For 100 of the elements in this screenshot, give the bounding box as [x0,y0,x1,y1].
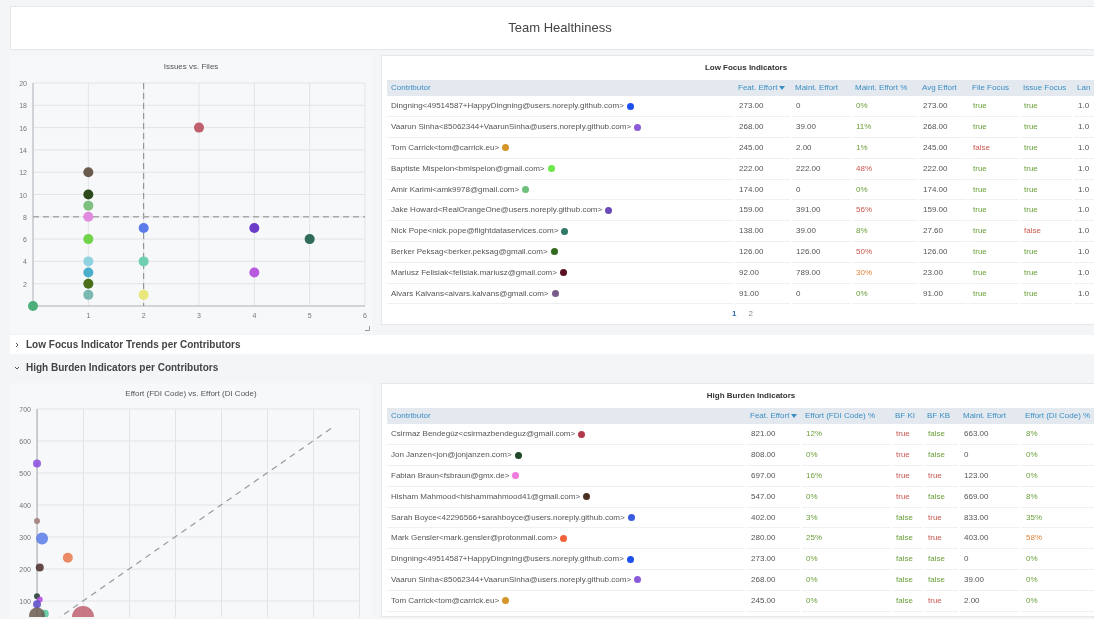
contributor-name: Vaarun Sinha<85062344+VaarunSinha@users.noreply.github.com> [391,121,632,134]
table-cell: 8% [851,220,918,242]
column-header[interactable]: Avg Effort [918,80,968,96]
table-cell: 56% [851,200,918,221]
contributor-name: Vaarun Sinha<85062344+VaarunSinha@users.noreply.github.com> [391,573,632,586]
table-cell: 27.60 [918,220,968,242]
contributor-name: Berker Peksag<berker.peksag@gmail.com> [391,245,548,258]
table-cell: 1.0 [1073,137,1094,159]
chevron-down-icon[interactable] [14,364,20,371]
column-header[interactable]: File Focus [968,80,1019,96]
table-cell: 48% [851,158,918,180]
contributor-name: Dingning<49514587+HappyDingning@users.noreply.github.com> [391,553,624,566]
contributor-name: Dingning<49514587+HappyDingning@users.noreply.github.com> [391,100,624,113]
table-cell: false [891,590,923,612]
table-cell: 789.00 [791,262,851,284]
chevron-right-icon[interactable] [14,341,20,348]
table-cell: 39.00 [791,116,851,138]
table-cell: false [923,424,959,445]
table-cell: 2.00 [959,590,1021,612]
table-cell: true [1019,283,1073,304]
table-cell: true [968,200,1019,221]
table-cell: 1.0 [1073,283,1094,304]
contributor-name: Hisham Mahmood<hishammahmood41@gmail.com> [391,490,581,503]
column-header[interactable]: Issue Focus [1019,80,1073,96]
column-header[interactable]: Lan [1073,80,1094,96]
table-cell: 126.00 [918,241,968,263]
table-cell: 222.00 [734,158,791,180]
table-cell: 0 [791,179,851,200]
column-header[interactable]: Contributor [387,408,746,424]
column-header[interactable]: Feat. Effort [734,80,791,96]
column-header[interactable]: Effort (DI Code) % [1021,408,1094,424]
table-cell: 663.00 [959,424,1021,445]
table-cell: true [968,262,1019,284]
table-cell: 403.00 [959,528,1021,549]
section-title[interactable]: Low Focus Indicator Trends per Contributors [26,337,241,352]
table-cell: 3% [801,507,891,528]
bubble [304,234,315,245]
contributor-name: Baptiste Mispelon<bmispelon@gmail.com> [391,162,545,175]
table-cell: 268.00 [734,116,791,138]
table-cell: true [968,179,1019,200]
bubble [83,256,94,267]
table-cell: 0 [959,444,1021,466]
table-cell: true [923,590,959,612]
table-cell: 35% [1021,507,1094,528]
table-cell: false [968,137,1019,159]
bubble [83,167,94,178]
table-cell: 25% [801,528,891,549]
table-cell: true [968,96,1019,117]
contributor-name: Mark Gensler<mark.gensler@protonmail.com> [391,532,558,545]
column-header[interactable]: BF KI [891,408,923,424]
contributor-name: Jake Howard<RealOrangeOne@users.noreply.github.com> [391,204,603,217]
table-cell: 0% [851,283,918,304]
table-cell: 0% [1021,590,1094,612]
table-cell: true [891,424,923,445]
table-cell: 8% [1021,424,1094,445]
table-cell: 159.00 [918,200,968,221]
table-cell: 8% [1021,486,1094,508]
column-header[interactable]: BF KB [923,408,959,424]
column-header[interactable]: Maint. Effort [791,80,851,96]
table-cell: 174.00 [734,179,791,200]
table-cell: 280.00 [746,528,801,549]
table-cell: 245.00 [918,137,968,159]
table-title: High Burden Indicators [705,390,797,402]
column-header[interactable]: Maint. Effort [959,408,1021,424]
page-link[interactable]: 1 [732,308,737,321]
resize-handle-icon[interactable] [365,326,370,331]
table-cell: 91.00 [734,283,791,304]
bubble [194,122,204,133]
table-cell: 30% [851,262,918,284]
table-cell: true [1019,137,1073,159]
table-cell: false [891,548,923,570]
table-cell: 669.00 [959,486,1021,508]
table-cell: 0% [1021,569,1094,591]
table-cell: 23.00 [918,262,968,284]
bubble [83,200,94,211]
column-header[interactable]: Effort (FDI Code) % [801,408,891,424]
table-cell: 11% [851,116,918,138]
table-cell: 1.0 [1073,241,1094,263]
column-header[interactable]: Contributor [387,80,734,96]
table-cell: 2.00 [791,137,851,159]
contributor-name: Aivars Kalvans<aivars.kalvans@gmail.com> [391,287,549,300]
column-header[interactable]: Maint. Effort % [851,80,918,96]
table-cell: 222.00 [918,158,968,180]
table-cell: 1.0 [1073,179,1094,200]
contributor-name: Tom Carrick<tom@carrick.eu> [391,594,500,607]
contributor-name: Nick Pope<nick.pope@flightdataservices.com> [391,225,559,238]
table-cell: 50% [851,241,918,263]
bubble [83,289,94,300]
table-cell: true [968,241,1019,263]
table-cell: true [891,486,923,508]
table-cell: 697.00 [746,465,801,487]
table-cell: 58% [1021,528,1094,549]
table-cell: 402.00 [746,507,801,528]
table-cell: 0% [801,548,891,570]
section-title[interactable]: High Burden Indicators per Contributors [26,360,219,375]
page-link[interactable]: 2 [748,308,753,321]
table-cell: 268.00 [918,116,968,138]
table-cell: 391.00 [791,200,851,221]
column-header[interactable]: Feat. Effort [746,408,801,424]
table-cell: true [1019,96,1073,117]
